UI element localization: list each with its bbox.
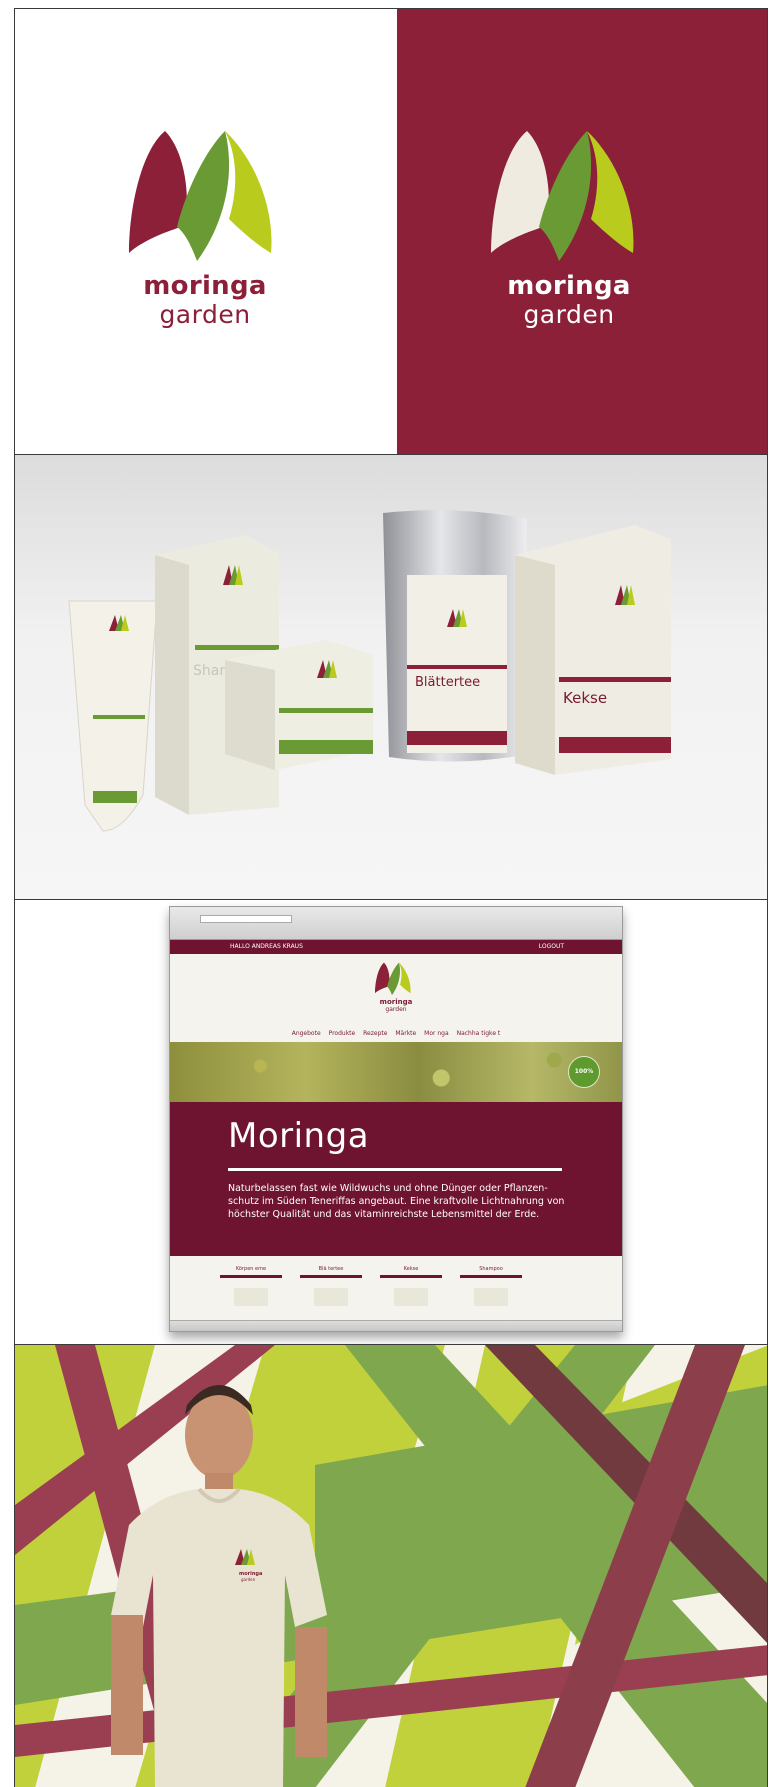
tea-label: Blättertee — [415, 675, 481, 690]
product-card-image — [234, 1288, 268, 1306]
cream-box — [225, 640, 373, 770]
site-logo-line1: moringa — [379, 998, 413, 1006]
product-card-title: Shampoo — [479, 1266, 503, 1272]
cookies-label: Kekse — [563, 689, 608, 707]
moringa-logo-reversed-icon — [491, 131, 634, 261]
nav-item-angebote[interactable]: Angebote — [292, 1030, 321, 1037]
product-card-image — [474, 1288, 508, 1306]
product-card-bar — [460, 1275, 522, 1278]
product-card-title: Kekse — [403, 1266, 419, 1272]
site-logo-icon[interactable] — [374, 962, 414, 996]
brand-wordmark: moringa garden — [105, 271, 305, 329]
nav-item-rezepte[interactable]: Rezepte — [363, 1030, 387, 1037]
logo-burgundy-background: moringa garden — [397, 9, 767, 454]
product-card-image — [394, 1288, 428, 1306]
product-card[interactable]: Körpen eme — [220, 1266, 282, 1306]
product-card-title: Blä tertee — [318, 1266, 344, 1272]
brand-name-line1: moringa — [143, 271, 267, 301]
hero-text: Naturbelassen fast wie Wildwuchs und ohn… — [228, 1183, 565, 1220]
product-card-title: Körpen eme — [235, 1266, 267, 1272]
nav-item-produkte[interactable]: Produkte — [329, 1030, 356, 1037]
cookie-box — [515, 525, 671, 775]
packaging-panel: Shampoo Blättertee Kekse — [14, 454, 768, 900]
product-card-image — [314, 1288, 348, 1306]
greeting-text: HALLO ANDREAS KRAUS — [230, 943, 303, 950]
brand-name-line2: garden — [159, 300, 251, 329]
logo-panel: moringa garden moringa garden — [14, 8, 768, 455]
product-card-bar — [220, 1275, 282, 1278]
logo-white-background: moringa garden — [15, 9, 397, 454]
hero-section: Moringa Naturbelassen fast wie Wildwuchs… — [170, 1102, 622, 1256]
address-bar[interactable] — [200, 915, 292, 923]
site-header: moringa garden Angebote Produkte Rezepte… — [170, 954, 622, 1042]
site-logo-line2: garden — [385, 1006, 407, 1013]
hero-photo: 100% — [170, 1042, 622, 1102]
product-card[interactable]: Shampoo — [460, 1266, 522, 1306]
website-panel: HALLO ANDREAS KRAUS LOGOUT moringa garde… — [14, 899, 768, 1345]
nav-item-nachhaltigkeit[interactable]: Nachha tigke t — [457, 1030, 501, 1037]
brand-name-line1: moringa — [507, 271, 631, 301]
brand-wordmark-reversed: moringa garden — [469, 271, 669, 329]
moringa-logo-icon — [129, 131, 272, 261]
tea-pouch — [383, 510, 527, 762]
main-nav: Angebote Produkte Rezepte Märkte Mor nga… — [170, 1030, 622, 1037]
account-bar: HALLO ANDREAS KRAUS LOGOUT — [170, 940, 622, 954]
browser-status-bar — [170, 1320, 622, 1331]
cream-tube — [68, 600, 158, 832]
hero-divider — [228, 1168, 562, 1171]
nav-item-moringa[interactable]: Mor nga — [424, 1030, 449, 1037]
product-card-bar — [300, 1275, 362, 1278]
quality-badge: 100% — [568, 1056, 600, 1088]
tshirt-panel: moringa garden — [14, 1344, 768, 1787]
logout-link[interactable]: LOGOUT — [539, 940, 564, 954]
product-cards: Körpen eme Blä tertee Kekse Shampoo — [170, 1256, 622, 1318]
model-in-tshirt — [111, 1385, 327, 1787]
product-card-bar — [380, 1275, 442, 1278]
brand-name-line2: garden — [523, 300, 615, 329]
hero-title: Moringa — [228, 1116, 370, 1156]
browser-window: HALLO ANDREAS KRAUS LOGOUT moringa garde… — [169, 906, 623, 1332]
product-card[interactable]: Blä tertee — [300, 1266, 362, 1306]
product-card[interactable]: Kekse — [380, 1266, 442, 1306]
nav-item-maerkte[interactable]: Märkte — [395, 1030, 416, 1037]
browser-chrome — [170, 907, 622, 940]
tshirt-logo-line2: garden — [241, 1577, 256, 1582]
